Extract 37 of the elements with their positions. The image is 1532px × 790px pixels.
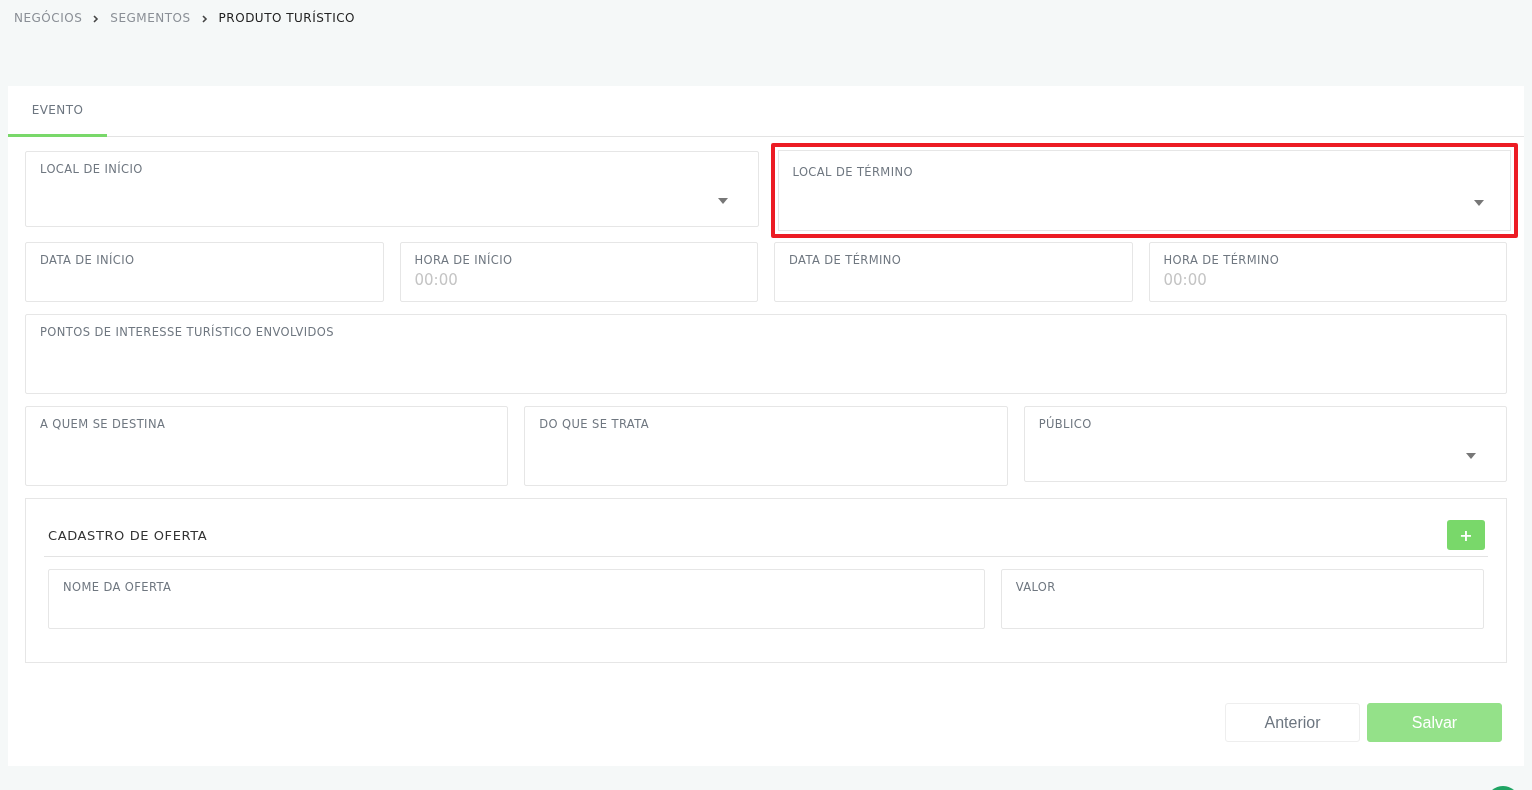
field-label: VALOR (1015, 580, 1057, 594)
field-label: DO QUE SE TRATA (539, 417, 651, 431)
chevron-icon (200, 15, 209, 23)
field-label: DATA DE INÍCIO (40, 253, 136, 267)
field-label: LOCAL DE TÉRMINO (792, 165, 914, 179)
back-button[interactable]: Anterior (1225, 703, 1360, 742)
breadcrumb-item[interactable]: NEGÓCIOS (14, 11, 83, 25)
caret-icon (1466, 453, 1476, 459)
placeholder-text: 00:00 (1163, 271, 1207, 289)
chevron-icon (92, 15, 101, 23)
breadcrumb-item: PRODUTO TURÍSTICO (218, 11, 356, 25)
input-field[interactable]: PONTOS DE INTERESSE TURÍSTICO ENVOLVIDOS (25, 314, 1507, 394)
field-label: PONTOS DE INTERESSE TURÍSTICO ENVOLVIDOS (40, 325, 335, 339)
field-label: HORA DE TÉRMINO (1163, 253, 1281, 267)
input-field[interactable]: DO QUE SE TRATA (524, 406, 1008, 486)
input-field[interactable]: A QUEM SE DESTINA (25, 406, 509, 486)
dropdown-field[interactable]: PÚBLICO (1023, 406, 1507, 482)
tab[interactable]: EVENTO (8, 86, 107, 137)
field-label: NOME DA OFERTA (63, 580, 173, 594)
caret-icon (717, 198, 728, 204)
caret-icon (1474, 200, 1484, 206)
breadcrumb-item[interactable]: SEGMENTOS (110, 11, 191, 25)
field-label: PÚBLICO (1038, 417, 1093, 431)
field-label: DATA DE TÉRMINO (789, 253, 903, 267)
section-title: CADASTRO DE OFERTA (48, 527, 208, 543)
input-field[interactable]: VALOR (1000, 569, 1484, 629)
placeholder-text: 00:00 (414, 271, 458, 289)
input-field[interactable]: HORA DE TÉRMINO 00:00 (1148, 242, 1507, 302)
input-field[interactable]: DATA DE TÉRMINO (774, 242, 1133, 302)
field-label: LOCAL DE INÍCIO (40, 162, 144, 176)
input-field[interactable]: HORA DE INÍCIO 00:00 (399, 242, 758, 302)
dropdown-field[interactable]: LOCAL DE TÉRMINO (770, 143, 1518, 238)
field-label: A QUEM SE DESTINA (40, 417, 167, 431)
field-label: HORA DE INÍCIO (414, 253, 514, 267)
input-field[interactable]: NOME DA OFERTA (48, 569, 985, 629)
input-field[interactable]: DATA DE INÍCIO (25, 242, 384, 302)
dropdown-field[interactable]: LOCAL DE INÍCIO (25, 151, 759, 227)
